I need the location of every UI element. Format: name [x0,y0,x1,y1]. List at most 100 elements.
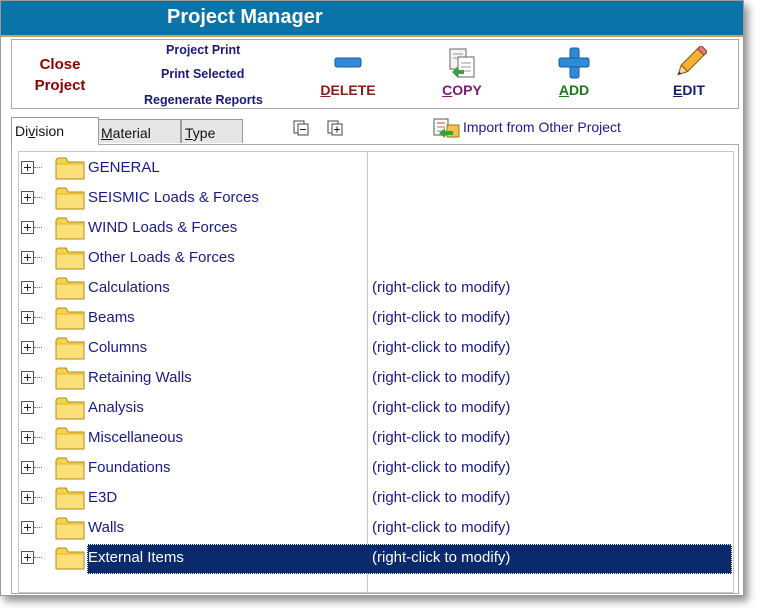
tree-item-note: (right-click to modify) [372,369,511,386]
expand-all-icon[interactable] [327,120,343,136]
expand-icon[interactable] [21,521,34,534]
folder-icon [55,365,85,391]
tree-row[interactable]: Miscellaneous (right-click to modify) [19,424,733,454]
tree-row[interactable]: Analysis (right-click to modify) [19,394,733,424]
tree-item-note: (right-click to modify) [372,429,511,446]
expand-icon[interactable] [21,251,34,264]
tab-material[interactable]: Material [97,119,181,143]
tree-item-name: Retaining Walls [88,369,192,386]
tree-row[interactable]: External Items (right-click to modify) [19,544,733,574]
folder-icon [55,335,85,361]
edit-button[interactable]: EDIT [649,42,729,106]
folder-icon [55,515,85,541]
copy-label: COPY [442,82,482,98]
tree-connector [34,257,42,259]
tree-item-name: Beams [88,309,135,326]
delete-label: DELETE [320,82,376,98]
folder-icon [55,425,85,451]
plus-icon [558,47,590,79]
tree-item-note: (right-click to modify) [372,549,511,566]
tree-item-note: (right-click to modify) [372,489,511,506]
delete-button[interactable]: DELETE [308,42,388,106]
close-project-label-line2: Project [34,77,86,94]
expand-icon[interactable] [21,341,34,354]
project-manager-window: Project Manager Close Project Project Pr… [0,0,744,596]
tree-item-name: SEISMIC Loads & Forces [88,189,259,206]
tree-item-name: GENERAL [88,159,160,176]
tree-item-note: (right-click to modify) [372,519,511,536]
tree-row[interactable]: Columns (right-click to modify) [19,334,733,364]
folder-icon [55,275,85,301]
tree-item-note: (right-click to modify) [372,459,511,476]
import-label: Import from Other Project [463,119,621,135]
copy-button[interactable]: COPY [422,42,502,106]
folder-icon [55,305,85,331]
tree-row[interactable]: E3D (right-click to modify) [19,484,733,514]
edit-label: EDIT [673,82,705,98]
tree-connector [34,407,42,409]
tree-row[interactable]: Foundations (right-click to modify) [19,454,733,484]
tree-connector [34,377,42,379]
expand-icon[interactable] [21,461,34,474]
tree-row[interactable]: SEISMIC Loads & Forces [19,184,733,214]
tree-row[interactable]: Walls (right-click to modify) [19,514,733,544]
expand-icon[interactable] [21,191,34,204]
tree-connector [34,437,42,439]
tree-item-note: (right-click to modify) [372,279,511,296]
folder-icon [55,485,85,511]
tree-row[interactable]: Retaining Walls (right-click to modify) [19,364,733,394]
tree-connector [34,287,42,289]
title-bar: Project Manager [1,1,743,37]
tree-row[interactable]: GENERAL [19,154,733,184]
tree-item-name: Columns [88,339,148,356]
expand-icon[interactable] [21,281,34,294]
print-selected-link[interactable]: Print Selected [161,67,244,81]
minus-icon [334,57,362,68]
expand-icon[interactable] [21,431,34,444]
import-icon [433,118,460,138]
tree-item-name: External Items [88,549,184,566]
expand-icon[interactable] [21,371,34,384]
tree-item-name: E3D [88,489,118,506]
tree-connector [34,347,42,349]
regenerate-reports-link[interactable]: Regenerate Reports [144,93,263,107]
tab-division[interactable]: Division [11,117,99,145]
expand-icon[interactable] [21,311,34,324]
folder-icon [55,185,85,211]
tree-item-note: (right-click to modify) [372,399,511,416]
folder-icon [55,395,85,421]
tree-item-name: Analysis [88,399,144,416]
tree-grid: GENERAL SEISMIC Loads & Forces WIND Loads … [18,151,734,593]
tree-row[interactable]: Beams (right-click to modify) [19,304,733,334]
expand-icon[interactable] [21,401,34,414]
expand-icon[interactable] [21,491,34,504]
window-title: Project Manager [167,6,323,28]
tree-connector [34,557,42,559]
folder-icon [55,215,85,241]
tree-item-name: WIND Loads & Forces [88,219,238,236]
add-button[interactable]: ADD [534,42,614,106]
copy-icon [449,48,475,78]
tree-item-note: (right-click to modify) [372,339,511,356]
tab-type[interactable]: Type [181,119,243,143]
tree-row[interactable]: Other Loads & Forces [19,244,733,274]
tree-row[interactable]: WIND Loads & Forces [19,214,733,244]
project-print-link[interactable]: Project Print [166,43,240,57]
tree-connector [34,167,42,169]
tree-connector [34,197,42,199]
tree-item-name: Foundations [88,459,171,476]
tree-item-note: (right-click to modify) [372,309,511,326]
add-label: ADD [558,82,590,98]
tree-connector [34,497,42,499]
tree-connector [34,467,42,469]
toolbar: Close Project Project Print Print Select… [11,39,739,109]
close-project-button[interactable]: Close Project [30,54,90,96]
tree-item-name: Walls [88,519,125,536]
tree-item-name: Miscellaneous [88,429,184,446]
collapse-all-icon[interactable] [293,120,309,136]
folder-icon [55,455,85,481]
expand-icon[interactable] [21,221,34,234]
expand-icon[interactable] [21,551,34,564]
expand-icon[interactable] [21,161,34,174]
tree-row[interactable]: Calculations (right-click to modify) [19,274,733,304]
